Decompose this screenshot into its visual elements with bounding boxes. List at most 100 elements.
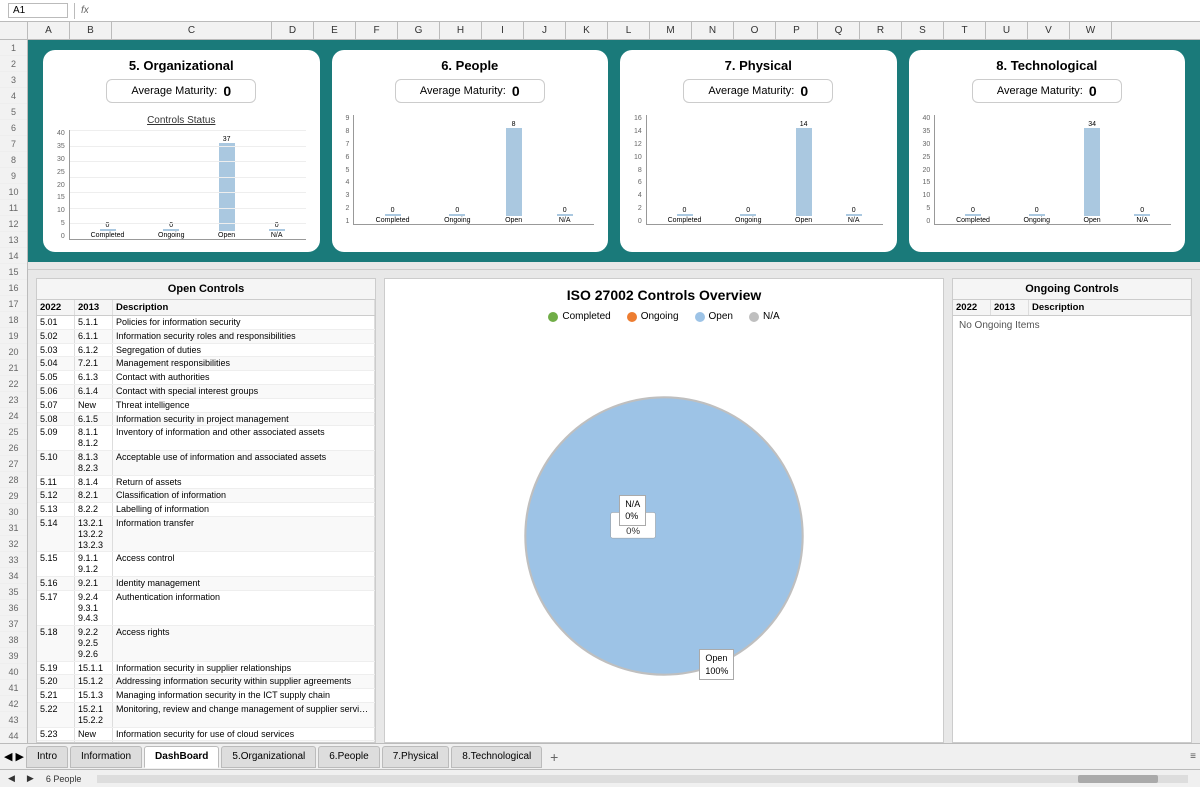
cell-desc: Return of assets	[113, 476, 375, 489]
row-6: 6	[0, 120, 27, 136]
cell-2013: 8.1.1 8.1.2	[75, 426, 113, 450]
col-F[interactable]: F	[356, 22, 398, 39]
col-B[interactable]: B	[70, 22, 112, 39]
cell-2013: 8.2.2	[75, 503, 113, 516]
cell-2013: 6.1.4	[75, 385, 113, 398]
tab-prev-arrow[interactable]: ◀	[4, 751, 12, 763]
col-H[interactable]: H	[440, 22, 482, 39]
row-27: 27	[0, 456, 27, 472]
tab-8-technological[interactable]: 8.Technological	[451, 746, 542, 768]
col-E[interactable]: E	[314, 22, 356, 39]
cell-desc: Acceptable use of information and associ…	[113, 451, 375, 475]
ongoing-table-header: 2022 2013 Description	[953, 300, 1191, 316]
col-U[interactable]: U	[986, 22, 1028, 39]
card-people-maturity-label: Average Maturity:	[420, 85, 506, 97]
cell-2022: 5.14	[37, 517, 75, 551]
header-2022: 2022	[37, 300, 75, 315]
row-37: 37	[0, 616, 27, 632]
tab-information[interactable]: Information	[70, 746, 142, 768]
cell-desc: Information transfer	[113, 517, 375, 551]
cell-desc: Contact with authorities	[113, 371, 375, 384]
sheet-count: ≡	[1190, 751, 1196, 762]
formula-fx: fx	[81, 5, 89, 16]
card-tech-title: 8. Technological	[919, 58, 1176, 73]
nav-right-arrow[interactable]: ▶	[27, 773, 34, 784]
col-J[interactable]: J	[524, 22, 566, 39]
scrollbar-thumb[interactable]	[1078, 775, 1158, 783]
row-24: 24	[0, 408, 27, 424]
tab-5-organizational[interactable]: 5.Organizational	[221, 746, 316, 768]
tab-7-physical[interactable]: 7.Physical	[382, 746, 450, 768]
col-K[interactable]: K	[566, 22, 608, 39]
tab-nav-arrows[interactable]: ◀ ▶	[4, 750, 24, 763]
tab-next-arrow[interactable]: ▶	[16, 751, 24, 763]
col-W[interactable]: W	[1070, 22, 1112, 39]
row-11: 11	[0, 200, 27, 216]
table-row: 5.015.1.1Policies for information securi…	[37, 316, 375, 330]
row-20: 20	[0, 344, 27, 360]
cell-2022: 5.03	[37, 344, 75, 357]
row-10: 10	[0, 184, 27, 200]
tab-6-people[interactable]: 6.People	[318, 746, 379, 768]
sheet-content: 5. Organizational Average Maturity: 0 Co…	[28, 40, 1200, 743]
col-O[interactable]: O	[734, 22, 776, 39]
cell-2022: 5.15	[37, 552, 75, 576]
cell-desc: Inventory of information and other assoc…	[113, 426, 375, 450]
col-Q[interactable]: Q	[818, 22, 860, 39]
col-A[interactable]: A	[28, 22, 70, 39]
row-12: 12	[0, 216, 27, 232]
nav-left-arrow[interactable]: ◀	[8, 773, 15, 784]
cell-2022: 5.16	[37, 577, 75, 590]
legend-open: Open	[695, 311, 733, 322]
cell-2022: 5.11	[37, 476, 75, 489]
col-M[interactable]: M	[650, 22, 692, 39]
cell-2022: 5.10	[37, 451, 75, 475]
pie-chart-svg: N/A 0% Open 100%	[504, 376, 824, 696]
cell-desc: Identity management	[113, 577, 375, 590]
col-P[interactable]: P	[776, 22, 818, 39]
cell-2013: 6.1.3	[75, 371, 113, 384]
table-row: 5.2115.1.3Managing information security …	[37, 689, 375, 703]
open-controls-title: Open Controls	[37, 279, 375, 300]
horizontal-scrollbar[interactable]	[97, 775, 1188, 783]
cell-2022: 5.12	[37, 489, 75, 502]
column-header-row: A B C D E F G H I J K L M N O P Q R S T …	[0, 22, 1200, 40]
col-S[interactable]: S	[902, 22, 944, 39]
tab-intro[interactable]: Intro	[26, 746, 68, 768]
col-T[interactable]: T	[944, 22, 986, 39]
chart-legend: Completed Ongoing Open	[548, 311, 779, 322]
col-D[interactable]: D	[272, 22, 314, 39]
row-32: 32	[0, 536, 27, 552]
col-C[interactable]: C	[112, 22, 272, 39]
spacer-row	[28, 262, 1200, 270]
col-N[interactable]: N	[692, 22, 734, 39]
status-bar: ◀ ▶ 6 People	[0, 769, 1200, 787]
table-row: 5.118.1.4Return of assets	[37, 476, 375, 490]
cell-2013: 15.1.2	[75, 675, 113, 688]
ongoing-header-2013: 2013	[991, 300, 1029, 315]
card-physical-maturity-value: 0	[800, 83, 808, 99]
tab-dashboard[interactable]: DashBoard	[144, 746, 219, 768]
col-V[interactable]: V	[1028, 22, 1070, 39]
table-row: 5.179.2.4 9.3.1 9.4.3Authentication info…	[37, 591, 375, 626]
tab-add-button[interactable]: +	[544, 747, 564, 767]
card-organizational: 5. Organizational Average Maturity: 0 Co…	[43, 50, 320, 252]
row-40: 40	[0, 664, 27, 680]
iso-overview-title: ISO 27002 Controls Overview	[559, 279, 770, 311]
col-L[interactable]: L	[608, 22, 650, 39]
col-I[interactable]: I	[482, 22, 524, 39]
col-G[interactable]: G	[398, 22, 440, 39]
cell-desc: Authentication information	[113, 591, 375, 625]
card-physical: 7. Physical Average Maturity: 0 16141210…	[620, 50, 897, 252]
name-box[interactable]	[8, 3, 68, 18]
formula-divider	[74, 3, 75, 19]
legend-completed-dot	[548, 312, 558, 322]
col-R[interactable]: R	[860, 22, 902, 39]
tab-bar: ◀ ▶ Intro Information DashBoard 5.Organi…	[0, 743, 1200, 769]
row-num-header	[0, 22, 28, 39]
row-17: 17	[0, 296, 27, 312]
cell-desc: Information security in project manageme…	[113, 413, 375, 426]
cell-desc: Information security in supplier relatio…	[113, 662, 375, 675]
card-tech-maturity-label: Average Maturity:	[997, 85, 1083, 97]
pie-na-overlay-pct: 0%	[625, 510, 640, 523]
